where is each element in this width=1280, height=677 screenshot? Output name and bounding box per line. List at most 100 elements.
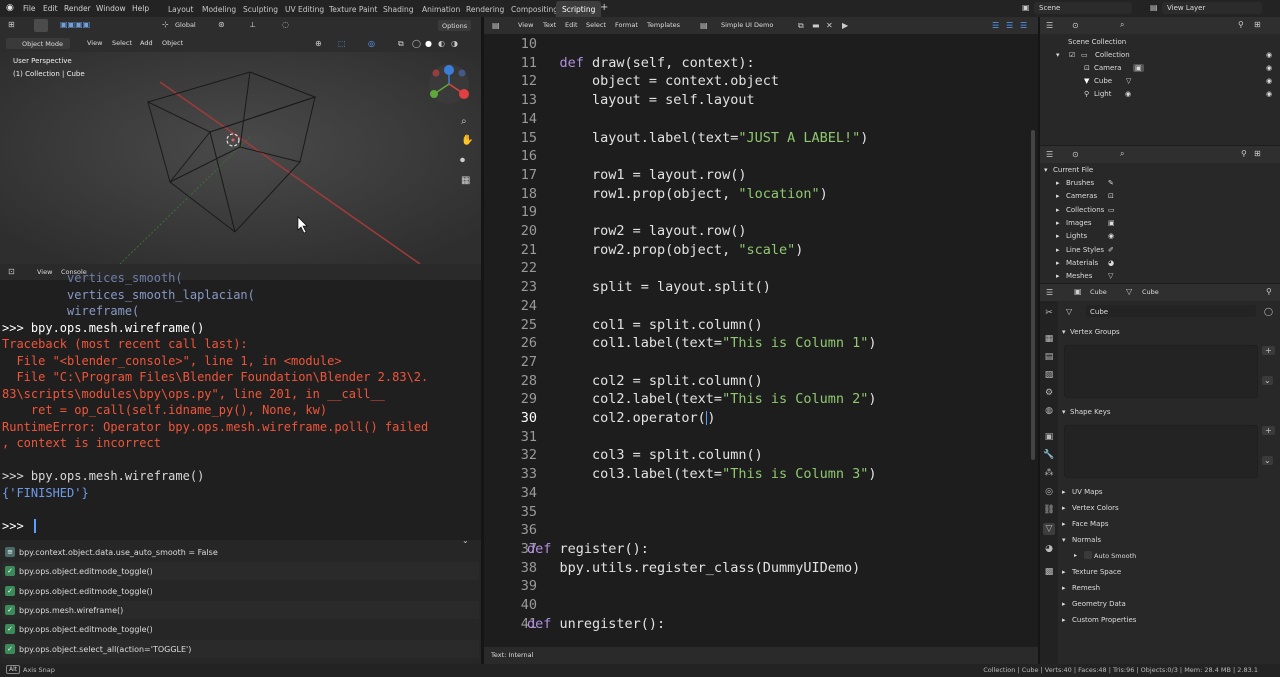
light-data-icon[interactable]: ◉ xyxy=(1125,90,1131,98)
text-editor[interactable]: ▤ View Text Edit Select Format Templates… xyxy=(484,17,1038,664)
geometry-data-header[interactable]: Geometry Data xyxy=(1072,600,1126,608)
physics-tab-icon[interactable]: ◎ xyxy=(1043,486,1055,498)
info-log-row[interactable]: ✓ bpy.ops.object.editmode_toggle() xyxy=(2,562,479,581)
expand-chevron-icon[interactable]: ▸ xyxy=(1056,179,1060,187)
blend-file-browser[interactable]: ☰ ⊙ ⌕ ⚲ ⊞ ▾ Current File ▸ Brushes ✎ ▸ Camer… xyxy=(1040,146,1280,283)
vertex-colors-header[interactable]: Vertex Colors xyxy=(1072,504,1119,512)
text-file-name[interactable]: Simple UI Demo xyxy=(721,21,773,29)
outliner-search-icon[interactable]: ⌕ xyxy=(1120,20,1124,30)
overlay-toggle-icon[interactable]: ◎ xyxy=(368,39,375,48)
text-editor-type-icon[interactable]: ▤ xyxy=(492,21,500,30)
blend-file-item[interactable]: Line Styles xyxy=(1066,246,1104,254)
text-datablock-icon[interactable]: ▤ xyxy=(700,21,708,30)
vertex-groups-header[interactable]: Vertex Groups xyxy=(1070,328,1120,336)
shape-keys-menu-button[interactable]: ⌄ xyxy=(1262,456,1273,465)
vertex-groups-list[interactable] xyxy=(1064,345,1258,398)
text-menu-format[interactable]: Format xyxy=(615,21,638,29)
pivot-icon[interactable]: ⊛ xyxy=(218,20,225,29)
shape-keys-chevron-icon[interactable]: ▾ xyxy=(1062,408,1066,416)
duplicate-text-icon[interactable]: ⧉ xyxy=(798,21,804,31)
text-menu-edit[interactable]: Edit xyxy=(565,21,578,29)
open-text-icon[interactable]: ▬ xyxy=(812,21,820,30)
menu-select[interactable]: Select xyxy=(112,39,132,47)
code-line[interactable]: row2 = layout.row() xyxy=(527,222,746,241)
3d-viewport[interactable]: ⊞ ▣▣▣▣ ⊹ Global ⊛ ⟂ ◌ Options Object Mod… xyxy=(0,17,481,264)
tab-animation[interactable]: Animation xyxy=(416,1,466,17)
view-layer-icon[interactable]: ▤ xyxy=(1150,3,1158,12)
outliner-expand-icon[interactable]: ▾ xyxy=(1056,51,1060,59)
tab-rendering[interactable]: Rendering xyxy=(460,1,510,17)
snap-icon[interactable]: ⟂ xyxy=(250,20,255,30)
blend-file-item[interactable]: Collections xyxy=(1066,206,1104,214)
blend-file-item[interactable]: Meshes xyxy=(1066,272,1092,280)
blend-file-item[interactable]: Materials xyxy=(1066,259,1098,267)
pin-icon[interactable]: ⚲ xyxy=(1266,287,1272,296)
run-script-icon[interactable]: ▶ xyxy=(842,21,848,30)
blender-logo-icon[interactable]: ◉ xyxy=(6,3,14,13)
add-vertex-group-button[interactable]: + xyxy=(1262,346,1275,355)
outliner[interactable]: ☰ ⊙ ⌕ ⚲ ⊞ Scene Collection ▾ ☑ ▭ Collect… xyxy=(1040,17,1280,145)
normals-header[interactable]: Normals xyxy=(1072,536,1101,544)
constraints-tab-icon[interactable]: ⛓ xyxy=(1043,504,1055,516)
current-file-item[interactable]: Current File xyxy=(1053,166,1093,174)
uv-maps-chevron-icon[interactable]: ▸ xyxy=(1062,488,1066,496)
browser-display-mode-icon[interactable]: ⊙ xyxy=(1072,150,1079,159)
breadcrumb-mesh[interactable]: Cube xyxy=(1142,288,1159,296)
browser-options-icon[interactable]: ⊞ xyxy=(1254,149,1261,158)
options-button[interactable]: Options xyxy=(438,20,472,31)
view-layer-tab-icon[interactable]: ▧ xyxy=(1043,369,1055,381)
area-separator[interactable] xyxy=(481,17,484,664)
blend-file-item[interactable]: Images xyxy=(1066,219,1092,227)
outliner-light[interactable]: Light xyxy=(1094,90,1111,98)
browser-filter-icon[interactable]: ⚲ xyxy=(1241,149,1247,158)
orientation-select[interactable]: Global xyxy=(175,21,196,29)
menu-file[interactable]: File xyxy=(23,4,36,13)
code-line[interactable]: object = context.object xyxy=(527,72,779,91)
eye-icon[interactable]: ◉ xyxy=(1266,77,1272,85)
scene-icon[interactable]: ▣ xyxy=(1022,3,1030,12)
code-line[interactable]: def register(): xyxy=(527,540,649,559)
code-line[interactable]: layout.label(text="JUST A LABEL!") xyxy=(527,129,868,148)
scene-field[interactable]: Scene xyxy=(1034,2,1132,14)
browser-editor-type-icon[interactable]: ☰ xyxy=(1046,150,1053,159)
new-collection-icon[interactable]: ⊞ xyxy=(1254,20,1261,29)
material-tab-icon[interactable]: ◕ xyxy=(1043,543,1055,555)
code-line[interactable]: col2 = split.column() xyxy=(527,372,763,391)
properties-editor-type-icon[interactable]: ☰ xyxy=(1046,288,1053,297)
eye-icon[interactable]: ◉ xyxy=(1266,51,1272,59)
breadcrumb-object[interactable]: Cube xyxy=(1090,288,1107,296)
expand-chevron-icon[interactable]: ▸ xyxy=(1056,232,1060,240)
text-menu-select[interactable]: Select xyxy=(586,21,606,29)
texture-space-chevron-icon[interactable]: ▸ xyxy=(1062,568,1066,576)
object-tab-icon[interactable]: ▣ xyxy=(1043,431,1055,443)
tab-shading[interactable]: Shading xyxy=(377,1,419,17)
area-separator[interactable] xyxy=(1038,17,1040,664)
editor-type-icon[interactable]: ⊞ xyxy=(8,20,15,29)
fake-user-icon[interactable]: ◯ xyxy=(1264,307,1273,316)
tab-modeling[interactable]: Modeling xyxy=(196,1,242,17)
text-menu-view[interactable]: View xyxy=(518,21,533,29)
code-line[interactable]: col2.operator() xyxy=(527,409,715,428)
outliner-cube[interactable]: Cube xyxy=(1094,77,1112,85)
face-maps-chevron-icon[interactable]: ▸ xyxy=(1062,520,1066,528)
custom-properties-chevron-icon[interactable]: ▸ xyxy=(1062,616,1066,624)
shape-keys-header[interactable]: Shape Keys xyxy=(1070,408,1110,416)
expand-chevron-icon[interactable]: ▸ xyxy=(1056,272,1060,280)
shading-rendered-icon[interactable]: ◑ xyxy=(451,39,458,48)
unlink-text-icon[interactable]: ✕ xyxy=(826,21,833,30)
expand-chevron-icon[interactable]: ▸ xyxy=(1056,219,1060,227)
mesh-data-icon[interactable]: ▽ xyxy=(1126,77,1131,85)
geometry-data-chevron-icon[interactable]: ▸ xyxy=(1062,600,1066,608)
orientation-icon[interactable]: ⊹ xyxy=(162,20,169,29)
data-tab-icon[interactable]: ▽ xyxy=(1043,523,1055,535)
modifier-tab-icon[interactable]: 🔧 xyxy=(1043,449,1055,461)
menu-render[interactable]: Render xyxy=(64,4,91,13)
line-numbers-toggle-icon[interactable]: ☰ xyxy=(992,21,999,30)
expand-chevron-icon[interactable]: ▸ xyxy=(1056,206,1060,214)
gizmo-toggle-icon[interactable]: ⬚ xyxy=(338,39,346,48)
browser-search-icon[interactable]: ⌕ xyxy=(1120,149,1124,159)
code-line[interactable]: col3 = split.column() xyxy=(527,446,763,465)
menu-object[interactable]: Object xyxy=(162,39,183,47)
menu-help[interactable]: Help xyxy=(132,4,149,13)
syntax-highlight-toggle-icon[interactable]: ☰ xyxy=(1020,21,1027,30)
